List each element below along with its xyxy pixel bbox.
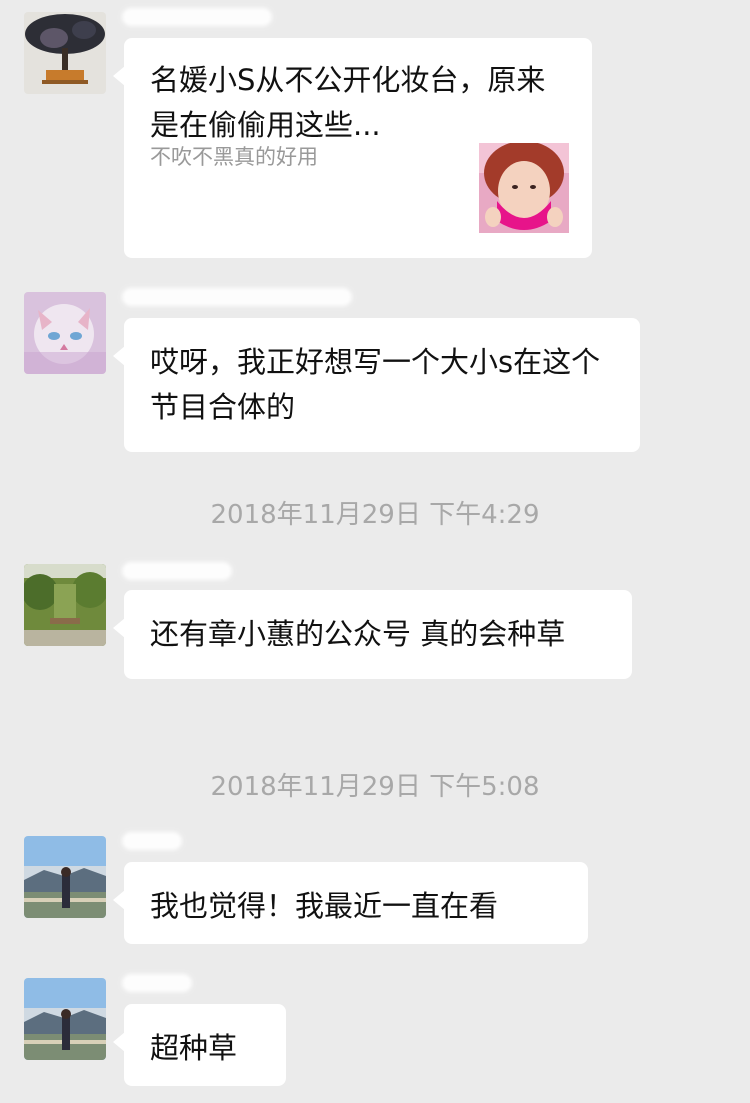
message-bubble[interactable]: 哎呀，我正好想写一个大小s在这个节目合体的 (113, 318, 640, 452)
message-text: 超种草 (150, 1031, 238, 1065)
share-card-title: 名媛小S从不公开化妆台，原来是在偷偷用这些... (150, 63, 546, 142)
sender-name-redacted (122, 288, 352, 306)
message-bubble[interactable]: 超种草 (113, 1004, 286, 1086)
sender-name-redacted (122, 8, 272, 26)
message-text: 我也觉得！我最近一直在看 (150, 889, 499, 923)
avatar[interactable] (24, 12, 106, 94)
sender-name-redacted (122, 832, 182, 850)
message-bubble[interactable]: 我也觉得！我最近一直在看 (113, 862, 588, 944)
chat-timestamp: 2018年11月29日 下午5:08 (210, 772, 540, 802)
avatar[interactable] (24, 564, 106, 646)
chat-timestamp: 2018年11月29日 下午4:29 (210, 500, 540, 530)
avatar[interactable] (24, 978, 106, 1060)
sender-name-redacted (122, 974, 192, 992)
avatar[interactable] (24, 292, 106, 374)
share-card-thumbnail (479, 143, 569, 233)
avatar[interactable] (24, 836, 106, 918)
sender-name-redacted (122, 562, 232, 580)
share-card[interactable]: 名媛小S从不公开化妆台，原来是在偷偷用这些... 不吹不黑真的好用 (113, 38, 592, 258)
share-card-description: 不吹不黑真的好用 (150, 145, 318, 169)
message-bubble[interactable]: 还有章小蕙的公众号 真的会种草 (113, 590, 632, 679)
message-text: 哎呀，我正好想写一个大小s在这个节目合体的 (150, 345, 601, 424)
message-text: 还有章小蕙的公众号 真的会种草 (150, 617, 566, 651)
